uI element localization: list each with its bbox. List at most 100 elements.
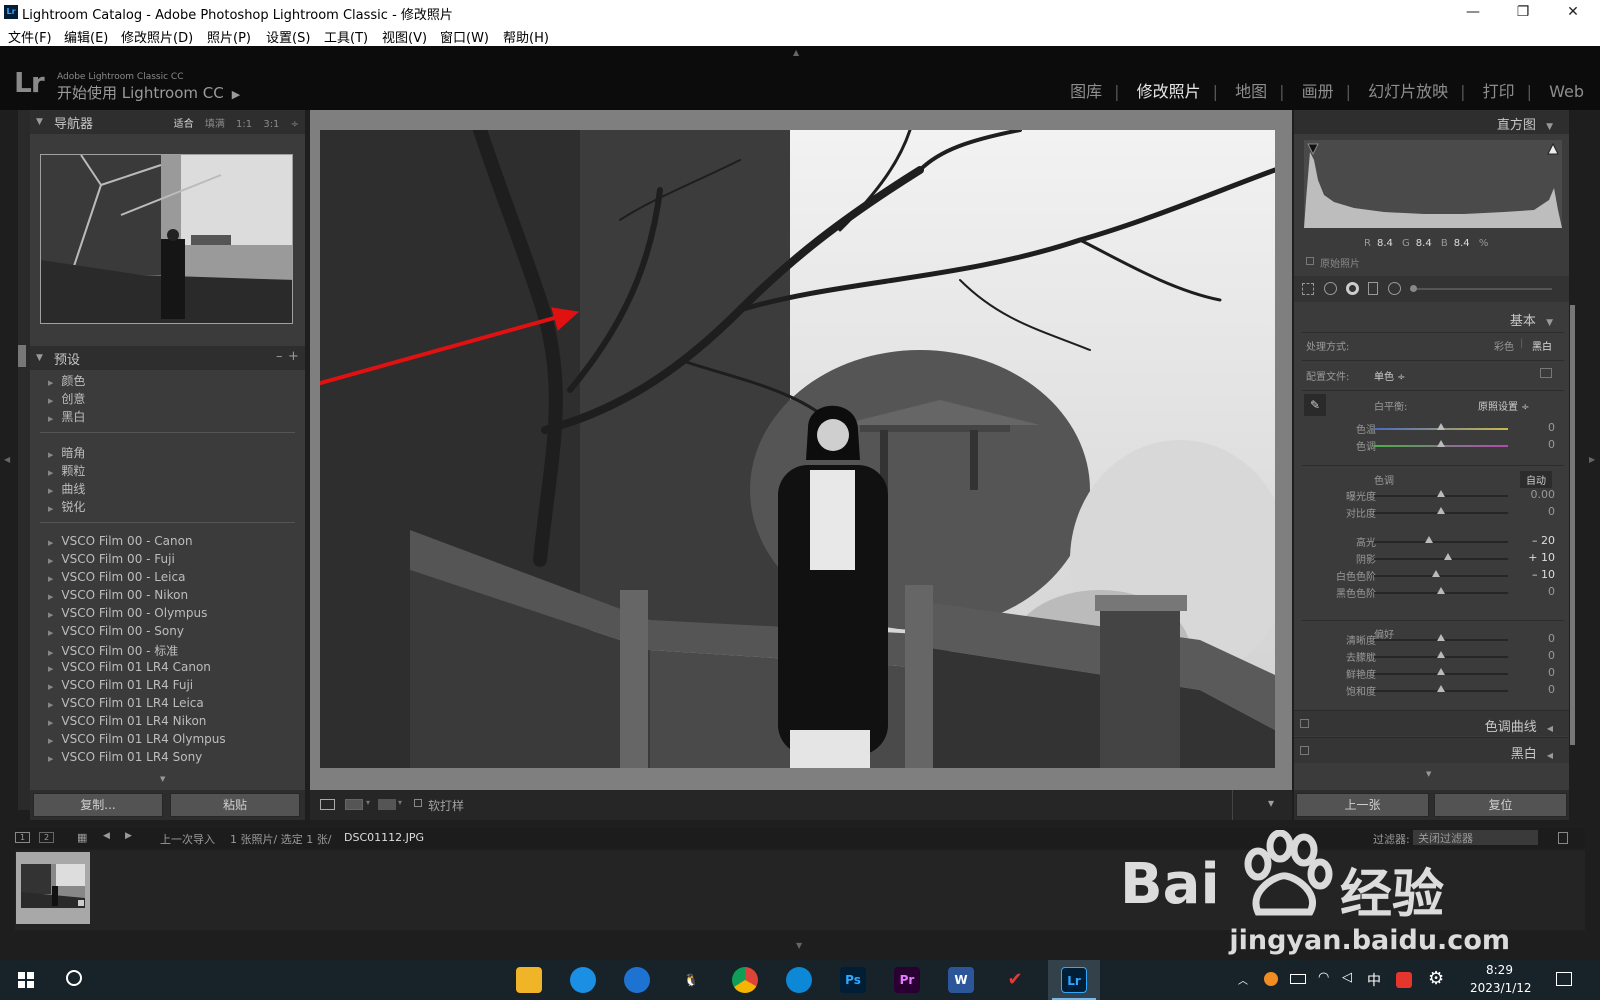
preset-folder[interactable]: ▶ 颗粒 <box>48 462 85 479</box>
softproof-checkbox[interactable] <box>414 799 422 807</box>
windows-start-icon[interactable] <box>18 972 34 988</box>
zoom-3-1[interactable]: 3:1 <box>263 119 279 130</box>
gear-icon[interactable]: ⚙ <box>1428 968 1444 989</box>
copy-settings-button[interactable]: 复制... <box>33 793 163 817</box>
reset-button[interactable]: 复位 <box>1434 793 1567 817</box>
preset-folder[interactable]: ▶ VSCO Film 00 - Leica <box>48 570 185 584</box>
slider-value[interactable]: 0 <box>1548 683 1555 696</box>
slider-value[interactable]: 0 <box>1548 632 1555 645</box>
preset-folder[interactable]: ▶ 颜色 <box>48 372 85 389</box>
slider-knob[interactable] <box>1437 440 1445 447</box>
menu-develop[interactable]: 修改照片(D) <box>121 27 193 46</box>
module-print[interactable]: 打印 <box>1483 82 1515 101</box>
preset-folder[interactable]: ▶ VSCO Film 00 - Fuji <box>48 552 175 566</box>
identity-line2[interactable]: 开始使用 Lightroom CC ▶ <box>57 82 240 103</box>
module-map[interactable]: 地图 <box>1235 82 1267 101</box>
ime-indicator[interactable]: 中 <box>1367 970 1381 990</box>
presets-header[interactable]: ▼ 预设 – + <box>30 346 305 370</box>
slider-value[interactable]: 0.00 <box>1531 488 1556 501</box>
auto-tone-button[interactable]: 自动 <box>1520 471 1552 488</box>
slider-knob[interactable] <box>1437 685 1445 692</box>
slider-value[interactable]: 0 <box>1548 649 1555 662</box>
filter-lock-icon[interactable] <box>1558 832 1568 844</box>
volume-icon[interactable]: ◁ <box>1342 970 1352 985</box>
slider-track[interactable] <box>1374 541 1508 543</box>
right-scrollbar[interactable] <box>1570 305 1575 745</box>
slider-track[interactable] <box>1374 575 1508 577</box>
menu-photo[interactable]: 照片(P) <box>207 27 251 46</box>
tone-curve-header[interactable]: 色调曲线 ◀ <box>1294 710 1569 736</box>
red-eye-icon[interactable] <box>1346 282 1359 295</box>
slider-exposure[interactable]: 曝光度 0.00 <box>1294 488 1569 504</box>
preset-folder[interactable]: ▶ VSCO Film 01 LR4 Nikon <box>48 714 206 728</box>
module-slideshow[interactable]: 幻灯片放映 <box>1368 82 1448 101</box>
yy-view-icon[interactable] <box>378 799 396 810</box>
slider-knob[interactable] <box>1424 536 1433 543</box>
bw-header[interactable]: 黑白 ◀ <box>1294 737 1569 763</box>
slider-knob[interactable] <box>1437 507 1445 514</box>
scroll-down-icon[interactable]: ▼ <box>1426 770 1431 778</box>
slider-value[interactable]: + 10 <box>1528 551 1555 564</box>
slider-tint[interactable]: 色调 0 <box>1294 438 1569 454</box>
slider-contrast[interactable]: 对比度 0 <box>1294 505 1569 521</box>
minimize-button[interactable]: — <box>1450 0 1496 24</box>
preset-folder[interactable]: ▶ 暗角 <box>48 444 85 461</box>
preset-folder[interactable]: ▶ 黑白 <box>48 408 85 425</box>
slider-value[interactable]: 0 <box>1548 421 1555 434</box>
forward-arrow-icon[interactable]: ▶ <box>125 831 132 841</box>
slider-value[interactable]: 0 <box>1548 505 1555 518</box>
quark-browser-icon[interactable] <box>570 967 596 993</box>
slider-whites[interactable]: 白色色阶 – 10 <box>1294 568 1569 584</box>
slider-knob[interactable] <box>1437 587 1445 594</box>
preset-folder[interactable]: ▶ 锐化 <box>48 498 85 515</box>
main-photo[interactable] <box>320 130 1275 768</box>
graduated-filter-icon[interactable] <box>1368 282 1378 295</box>
preset-folder[interactable]: ▶ VSCO Film 01 LR4 Fuji <box>48 678 193 692</box>
brush-slider-knob[interactable] <box>1410 285 1417 292</box>
slider-vibrance[interactable]: 鲜艳度 0 <box>1294 666 1569 682</box>
preset-folder[interactable]: ▶ VSCO Film 01 LR4 Canon <box>48 660 211 674</box>
slider-saturation[interactable]: 饱和度 0 <box>1294 683 1569 699</box>
profile-dropdown[interactable]: 单色 ÷ <box>1374 368 1406 383</box>
treatment-bw-button[interactable]: 黑白 <box>1532 338 1552 353</box>
preset-folder[interactable]: ▶ VSCO Film 01 LR4 Leica <box>48 696 204 710</box>
spot-removal-icon[interactable] <box>1324 282 1337 295</box>
module-book[interactable]: 画册 <box>1302 82 1334 101</box>
slider-knob[interactable] <box>1437 651 1445 658</box>
previous-button[interactable]: 上一张 <box>1296 793 1429 817</box>
slider-shadows[interactable]: 阴影 + 10 <box>1294 551 1569 567</box>
chrome-icon[interactable] <box>732 967 758 993</box>
back-arrow-icon[interactable]: ◀ <box>103 831 110 841</box>
photo-canvas[interactable] <box>310 110 1292 790</box>
slider-knob[interactable] <box>1437 490 1445 497</box>
slider-dehaze[interactable]: 去朦胧 0 <box>1294 649 1569 665</box>
treatment-color-button[interactable]: 彩色 <box>1494 338 1514 353</box>
premiere-icon[interactable]: Pr <box>894 967 920 993</box>
menu-window[interactable]: 窗口(W) <box>440 27 489 46</box>
slider-knob[interactable] <box>1437 423 1445 430</box>
zoom-1-1[interactable]: 1:1 <box>236 119 252 130</box>
panel-toggle-icon[interactable] <box>1300 746 1309 755</box>
qq-icon[interactable]: 🐧 <box>678 967 704 993</box>
chevron-down-icon[interactable]: ▾ <box>366 798 370 807</box>
chevron-down-icon[interactable]: ▾ <box>398 798 402 807</box>
slider-value[interactable]: 0 <box>1548 585 1555 598</box>
clock-date[interactable]: 2023/1/12 <box>1470 981 1532 995</box>
screen-2-icon[interactable]: 2 <box>39 832 54 843</box>
profile-browser-icon[interactable] <box>1540 368 1552 378</box>
photoshop-icon[interactable]: Ps <box>840 967 866 993</box>
slider-value[interactable]: – 20 <box>1532 534 1555 547</box>
remove-preset-icon[interactable]: – <box>276 349 283 364</box>
filmstrip-thumbnail[interactable] <box>16 852 90 924</box>
navigator-header[interactable]: ▼ 导航器 适合 填满 1:1 3:1 ÷ <box>30 110 305 134</box>
menu-settings[interactable]: 设置(S) <box>266 27 310 46</box>
notifications-icon[interactable] <box>1556 972 1572 986</box>
before-after-icon[interactable] <box>345 799 363 810</box>
grid-icon[interactable]: ▦ <box>77 831 87 844</box>
slider-temp[interactable]: 色温 0 <box>1294 421 1569 437</box>
filename[interactable]: DSC01112.JPG <box>344 831 424 844</box>
zoom-fit[interactable]: 适合 <box>174 119 194 130</box>
toolbar-menu-icon[interactable]: ▾ <box>1268 796 1274 810</box>
preset-folder[interactable]: ▶ VSCO Film 00 - Olympus <box>48 606 207 620</box>
collapse-right-icon[interactable]: ▶ <box>1589 455 1595 464</box>
